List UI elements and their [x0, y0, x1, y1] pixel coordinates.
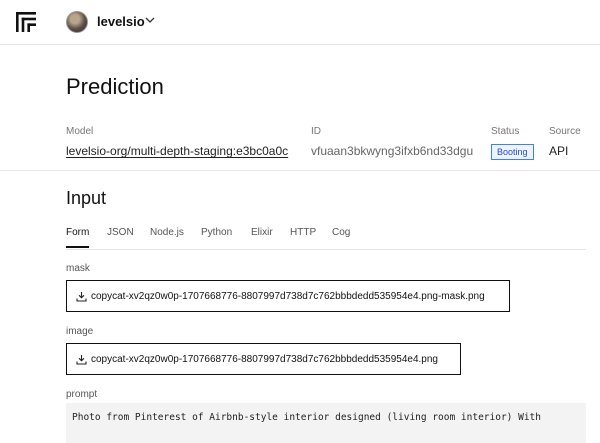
replicate-logo-icon[interactable]: [16, 12, 36, 32]
tab-elixir[interactable]: Elixir: [251, 227, 273, 248]
mask-file-button[interactable]: copycat-xv2qz0w0p-1707668776-8807997d738…: [66, 280, 510, 312]
image-label: image: [66, 326, 94, 337]
status-label: Status: [491, 126, 520, 137]
input-section-title: Input: [66, 188, 107, 208]
download-icon: [76, 355, 87, 365]
tab-cog[interactable]: Cog: [332, 227, 350, 248]
download-icon: [76, 292, 87, 302]
source-value: API: [549, 144, 569, 158]
prediction-id: vfuaan3bkwyng3ifxb6nd33dgu: [311, 144, 474, 158]
tab-form[interactable]: Form: [66, 227, 90, 248]
tab-python[interactable]: Python: [201, 227, 232, 248]
image-file-button[interactable]: copycat-xv2qz0w0p-1707668776-8807997d738…: [66, 343, 461, 375]
prompt-field[interactable]: Photo from Pinterest of Airbnb-style int…: [66, 403, 586, 443]
prompt-label: prompt: [66, 389, 98, 400]
avatar[interactable]: [66, 11, 88, 33]
tab-http[interactable]: HTTP: [290, 227, 316, 248]
chevron-down-icon[interactable]: [144, 14, 156, 26]
model-link[interactable]: levelsio-org/multi-depth-staging:e3bc0a0…: [66, 144, 288, 158]
model-label: Model: [66, 126, 94, 137]
status-badge: Booting: [491, 144, 534, 160]
source-label: Source: [549, 126, 581, 137]
username[interactable]: levelsio: [97, 14, 145, 29]
mask-file-name: copycat-xv2qz0w0p-1707668776-8807997d738…: [91, 291, 485, 302]
tab-json[interactable]: JSON: [107, 227, 134, 248]
image-file-name: copycat-xv2qz0w0p-1707668776-8807997d738…: [91, 354, 438, 365]
page-title: Prediction: [66, 74, 164, 99]
top-header: levelsio: [0, 0, 600, 45]
input-tabs: Form JSON Node.js Python Elixir HTTP Cog: [66, 227, 586, 250]
tab-nodejs[interactable]: Node.js: [150, 227, 184, 248]
mask-label: mask: [66, 263, 90, 274]
divider: [0, 170, 600, 171]
id-label: ID: [311, 126, 321, 137]
prompt-text: Photo from Pinterest of Airbnb-style int…: [72, 412, 541, 423]
